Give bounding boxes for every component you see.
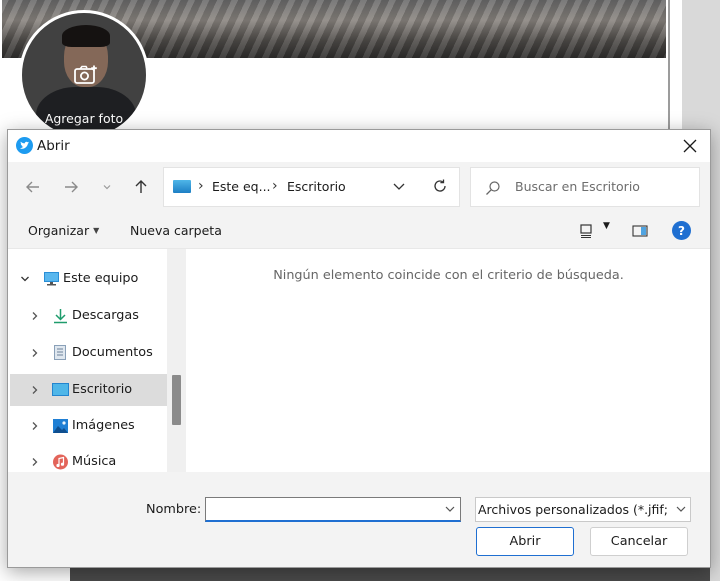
command-bar: Organizar ▼ Nueva carpeta ▼ ? [8, 214, 710, 249]
arrow-right-icon [65, 181, 78, 193]
breadcrumb-root[interactable]: Este eq... [212, 179, 271, 194]
refresh-icon[interactable] [432, 178, 448, 194]
chevron-down-icon [103, 185, 111, 190]
filename-input[interactable] [205, 497, 461, 522]
close-icon [683, 139, 697, 153]
chevron-right-icon[interactable] [30, 421, 40, 431]
search-box[interactable]: Buscar en Escritorio [470, 167, 700, 207]
tree-item-label: Imágenes [72, 418, 135, 433]
chevron-down-icon[interactable] [392, 179, 406, 193]
new-folder-button[interactable]: Nueva carpeta [130, 223, 222, 238]
scrollbar-thumb[interactable] [172, 375, 181, 425]
dialog-footer: Nombre: Archivos personalizados (*.jfif;… [8, 472, 710, 567]
tree-item-label: Descargas [72, 308, 139, 323]
dialog-title: Abrir [37, 138, 70, 154]
pictures-icon [53, 419, 68, 433]
help-button[interactable]: ? [672, 221, 691, 240]
view-dropdown-caret-icon[interactable]: ▼ [603, 221, 610, 231]
chevron-right-icon[interactable] [30, 385, 40, 395]
avatar[interactable]: Agregar foto [19, 10, 149, 140]
chevron-right-icon[interactable] [30, 457, 40, 467]
address-bar[interactable]: › Este eq... › Escritorio [163, 167, 460, 207]
tree-item-documentos[interactable]: Documentos [8, 337, 167, 369]
cancel-button[interactable]: Cancelar [590, 527, 688, 556]
chevron-down-icon[interactable] [444, 503, 456, 515]
up-button[interactable] [130, 176, 152, 198]
download-icon [54, 309, 67, 324]
chevron-down-icon[interactable] [20, 274, 30, 284]
help-icon: ? [678, 223, 685, 238]
music-icon [53, 454, 68, 470]
tree-item-escritorio[interactable]: Escritorio [10, 374, 167, 406]
breadcrumb-separator: › [198, 178, 204, 194]
tree-item-label: Música [72, 454, 117, 469]
documents-icon [54, 345, 66, 360]
preview-pane-icon[interactable] [632, 223, 648, 239]
twitter-app-icon [16, 137, 33, 154]
desktop-icon [52, 383, 69, 396]
add-photo-label: Agregar foto [44, 111, 124, 126]
chevron-down-icon [676, 506, 686, 512]
chevron-right-icon[interactable] [30, 348, 40, 358]
search-icon [486, 181, 500, 195]
close-button[interactable] [670, 130, 710, 162]
tree-item-imagenes[interactable]: Imágenes [8, 410, 167, 442]
arrow-left-icon [26, 181, 39, 193]
arrow-up-icon [135, 180, 147, 193]
organize-menu[interactable]: Organizar ▼ [28, 223, 99, 238]
view-options-icon[interactable] [578, 223, 594, 239]
tree-item-label: Este equipo [63, 271, 139, 286]
tree-item-musica[interactable]: Música [8, 446, 167, 472]
navigation-bar: › Este eq... › Escritorio Buscar en Escr… [8, 162, 710, 214]
caret-down-icon: ▼ [93, 226, 100, 235]
computer-icon [44, 272, 59, 286]
tree-item-label: Escritorio [72, 382, 133, 397]
filename-label: Nombre: [146, 502, 202, 517]
search-input[interactable]: Buscar en Escritorio [515, 179, 640, 194]
tree-item-descargas[interactable]: Descargas [8, 300, 167, 332]
tree-item-este-equipo[interactable]: Este equipo [8, 263, 167, 295]
tree-item-label: Documentos [72, 345, 153, 360]
filetype-value: Archivos personalizados (*.jfif;*.p [478, 502, 668, 517]
forward-button[interactable] [60, 176, 82, 198]
navigation-pane: Este equipo Descargas Documentos Escrito… [8, 249, 186, 472]
desktop-icon [173, 180, 191, 193]
breadcrumb-current[interactable]: Escritorio [287, 179, 346, 194]
back-button[interactable] [22, 176, 44, 198]
empty-results-message: Ningún elemento coincide con el criterio… [273, 268, 624, 283]
filetype-select[interactable]: Archivos personalizados (*.jfif;*.p [475, 497, 691, 522]
navigation-scrollbar[interactable] [167, 249, 186, 472]
open-button[interactable]: Abrir [476, 527, 574, 556]
open-file-dialog: Abrir › Este eq... › Escritorio Buscar e… [7, 129, 711, 568]
add-photo-icon[interactable] [74, 65, 98, 85]
breadcrumb-separator: › [272, 178, 278, 194]
file-list-area[interactable]: Ningún elemento coincide con el criterio… [187, 249, 710, 472]
recent-locations-button[interactable] [96, 176, 118, 198]
dialog-titlebar: Abrir [8, 130, 710, 162]
chevron-right-icon[interactable] [30, 311, 40, 321]
